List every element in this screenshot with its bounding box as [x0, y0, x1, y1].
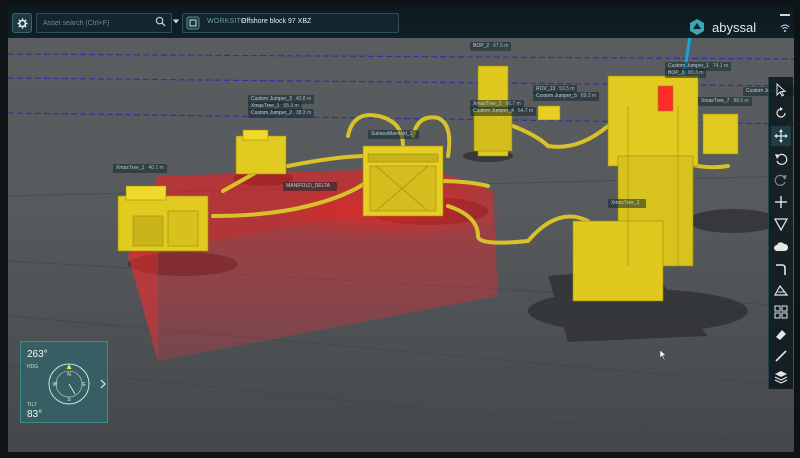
abyssal-logo-icon: [690, 19, 704, 35]
asset-label[interactable]: Custom Jumper_5 69.2 m: [533, 92, 600, 101]
tilt-value: 83°: [27, 409, 43, 420]
redo-tool[interactable]: [771, 170, 791, 190]
asset-label[interactable]: MANIFOLD_DELTA: [283, 182, 337, 191]
svg-text:W: W: [53, 382, 58, 388]
3d-viewport[interactable]: Custom Jumper_3 40.8 m XmasTree_1 55.3 m C…: [8, 6, 794, 452]
pipe-tool[interactable]: [771, 259, 791, 279]
asset-label[interactable]: Custom Jumper_4 54.7 m: [470, 107, 537, 116]
worksite-selector[interactable]: WORKSITE Offshore block 97 XBZ: [182, 13, 399, 33]
ruler-icon: [775, 350, 787, 362]
asset-search[interactable]: [36, 13, 172, 33]
redo-icon: [774, 174, 787, 186]
layers-tool[interactable]: [771, 367, 791, 387]
group-tool[interactable]: [771, 302, 791, 322]
tilt-label: TILT: [27, 402, 37, 408]
asset-label[interactable]: XmasTree_3: [608, 199, 647, 208]
move-tool[interactable]: [771, 126, 791, 146]
worksite-icon: [186, 16, 200, 30]
brand-logo: abyssal: [688, 18, 756, 38]
worksite-name: Offshore block 97 XBZ: [241, 18, 312, 25]
rotate-tool[interactable]: [771, 103, 791, 123]
triangle-down-icon: [774, 218, 788, 231]
terrain-icon: [774, 284, 788, 296]
search-icon[interactable]: [155, 16, 166, 27]
terrain-tool[interactable]: [771, 280, 791, 300]
asset-label[interactable]: BOP_2 67.5 m: [470, 42, 512, 51]
undo-icon: [775, 153, 788, 165]
cloud-icon: [774, 242, 788, 251]
minimize-icon[interactable]: [780, 14, 790, 16]
gear-icon: [16, 17, 28, 29]
heading-value: 263°: [27, 349, 48, 360]
compass-widget[interactable]: 263° HDG TILT 83° N W E S: [20, 341, 108, 423]
pointer-icon: [776, 83, 787, 97]
asset-label[interactable]: BOP_3 80.3 m: [665, 69, 707, 78]
layers-icon: [774, 371, 788, 384]
tool-palette: [768, 77, 793, 389]
group-icon: [774, 305, 788, 319]
pipe-icon: [776, 264, 786, 275]
move-icon: [774, 129, 788, 143]
mouse-cursor-icon: [660, 350, 667, 360]
asset-label[interactable]: XmasTree_1 40.1 m: [113, 164, 167, 173]
cloud-tool[interactable]: [771, 237, 791, 257]
chevron-down-icon[interactable]: [173, 19, 179, 24]
brand-name: abyssal: [712, 20, 757, 35]
select-tool[interactable]: [771, 80, 791, 100]
add-tool[interactable]: [771, 192, 791, 212]
compass-dial-icon[interactable]: N W E S: [47, 362, 91, 406]
asset-label[interactable]: Custom Jumper_2 38.3 m: [248, 109, 315, 118]
wifi-icon: [780, 24, 790, 32]
manifold: [362, 145, 444, 217]
svg-text:E: E: [82, 382, 86, 388]
cone-tool[interactable]: [771, 214, 791, 234]
measure-tool[interactable]: [771, 346, 791, 366]
svg-text:S: S: [67, 397, 71, 403]
svg-text:N: N: [67, 372, 71, 378]
plus-icon: [775, 196, 787, 208]
heading-label: HDG: [27, 364, 39, 370]
rotate-icon: [776, 107, 786, 118]
settings-button[interactable]: [12, 13, 32, 33]
search-input[interactable]: [43, 16, 143, 30]
undo-tool[interactable]: [771, 149, 791, 169]
asset-label[interactable]: SubseaManifold_1: [368, 130, 420, 139]
chevron-right-icon[interactable]: [99, 379, 107, 389]
app-frame: Custom Jumper_3 40.8 m XmasTree_1 55.3 m C…: [0, 0, 800, 458]
top-bar: WORKSITE Offshore block 97 XBZ abyssal: [8, 6, 794, 38]
eraser-icon: [776, 330, 786, 340]
asset-label[interactable]: XmasTree_7 88.5 m: [698, 97, 752, 106]
erase-tool[interactable]: [771, 324, 791, 344]
